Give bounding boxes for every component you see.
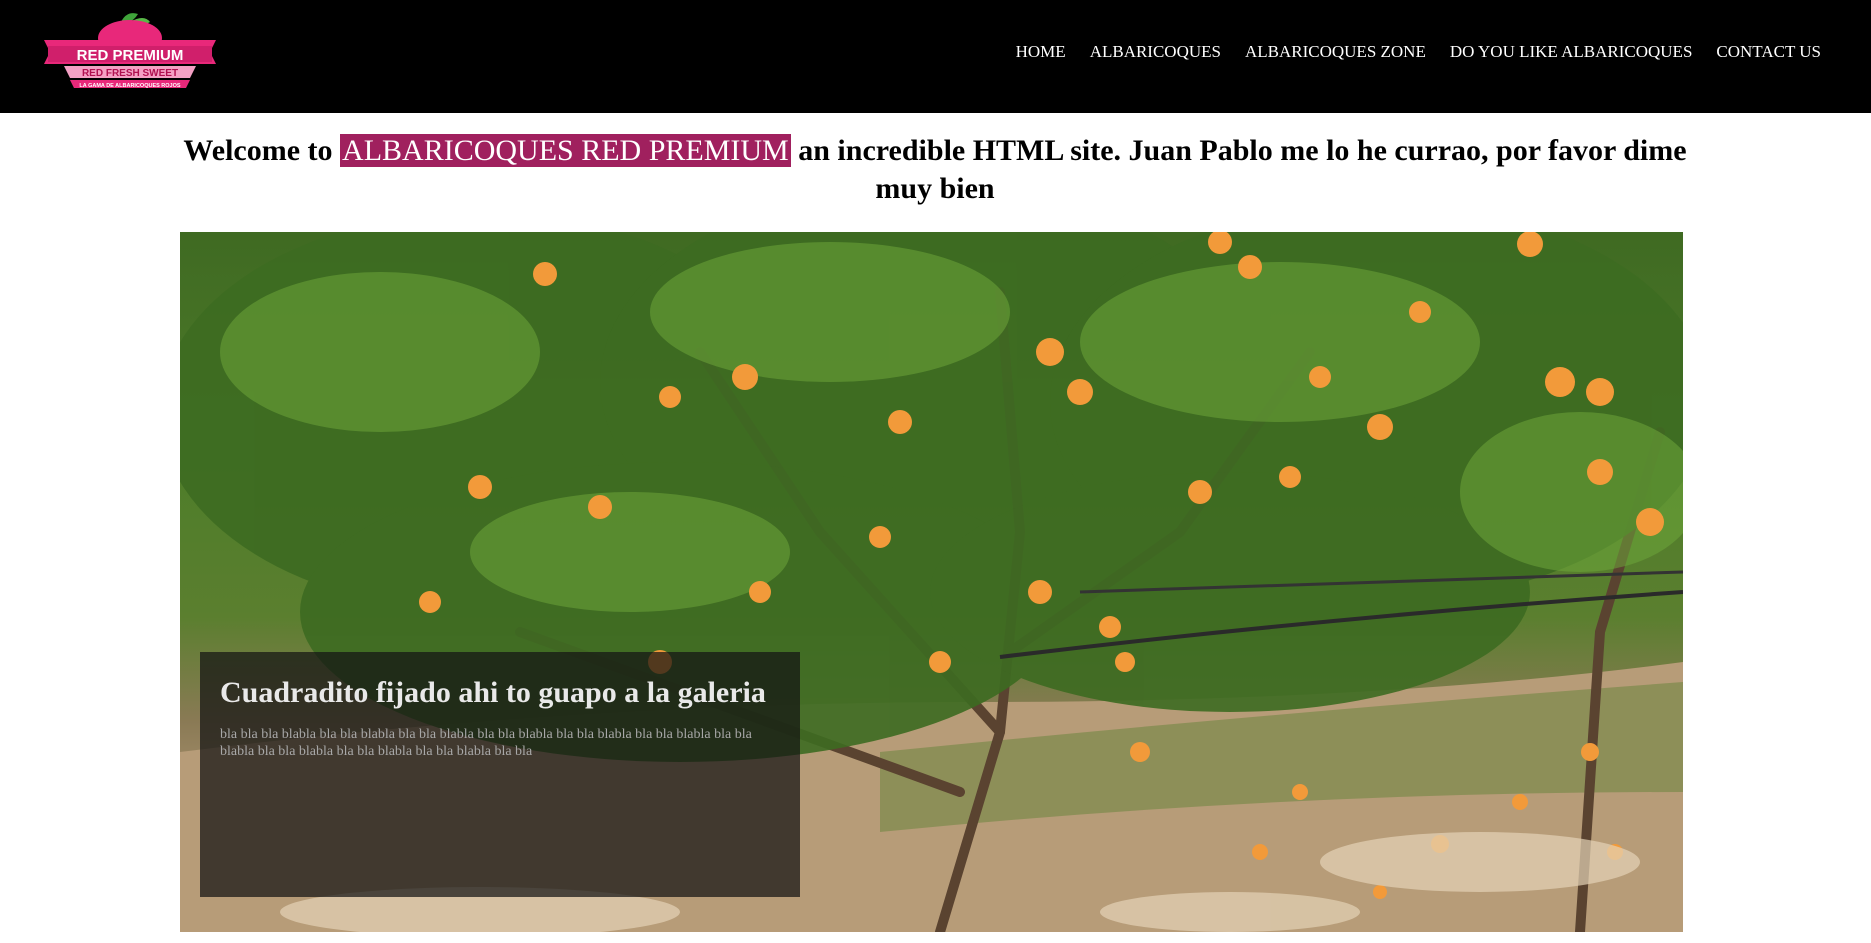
top-navbar: RED PREMIUM RED FRESH SWEET LA GAMA DE A… xyxy=(0,0,1871,113)
svg-text:LA GAMA DE ALBARICOQUES ROJOS: LA GAMA DE ALBARICOQUES ROJOS xyxy=(79,83,180,89)
nav-albaricoques[interactable]: ALBARICOQUES xyxy=(1090,42,1221,62)
welcome-suffix: an incredible HTML site. Juan Pablo me l… xyxy=(798,134,1687,205)
nav-contact-us[interactable]: CONTACT US xyxy=(1716,42,1821,62)
svg-text:RED PREMIUM: RED PREMIUM xyxy=(77,47,184,64)
nav-albaricoques-zone[interactable]: ALBARICOQUES ZONE xyxy=(1245,42,1426,62)
site-name-highlight: ALBARICOQUES RED PREMIUM xyxy=(340,134,791,167)
logo-graphic: RED PREMIUM RED FRESH SWEET LA GAMA DE A… xyxy=(44,13,216,89)
nav-home[interactable]: HOME xyxy=(1016,42,1066,62)
red-premium-logo[interactable]: RED PREMIUM RED FRESH SWEET LA GAMA DE A… xyxy=(34,8,226,100)
caption-title: Cuadradito fijado ahi to guapo a la gale… xyxy=(220,676,766,709)
caption-text: bla bla bla blabla bla bla blabla bla bl… xyxy=(220,727,752,759)
nav-do-you-like-albaricoques[interactable]: DO YOU LIKE ALBARICOQUES xyxy=(1450,42,1693,62)
svg-text:RED FRESH SWEET: RED FRESH SWEET xyxy=(82,68,178,79)
hero-image-apricot-orchard: Cuadradito fijado ahi to guapo a la gale… xyxy=(180,232,1683,932)
gallery-caption-box: Cuadradito fijado ahi to guapo a la gale… xyxy=(200,652,800,897)
welcome-heading: Welcome to ALBARICOQUES RED PREMIUM an i… xyxy=(160,132,1710,208)
main-nav: HOME ALBARICOQUES ALBARICOQUES ZONE DO Y… xyxy=(992,42,1821,62)
welcome-prefix: Welcome to xyxy=(183,134,333,167)
